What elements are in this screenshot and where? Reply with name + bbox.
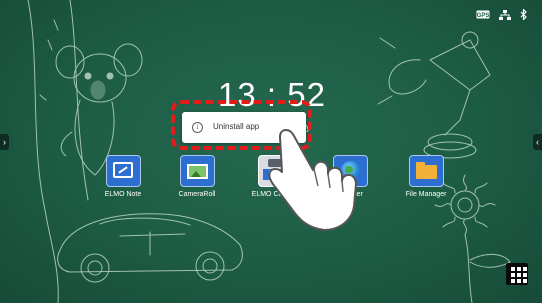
network-icon [499, 9, 511, 20]
right-drawer-handle[interactable]: ‹ [533, 134, 542, 150]
app-label: ELMO Note [104, 191, 142, 198]
gps-text: GPS [477, 13, 490, 19]
gps-icon: GPS [476, 10, 490, 19]
camera-roll-icon [179, 155, 215, 187]
app-elmo-note[interactable]: ELMO Note [88, 155, 158, 198]
app-drawer-grid-icon[interactable] [506, 263, 528, 285]
app-label: CameraRoll [178, 191, 216, 198]
folder-icon [408, 155, 444, 187]
bluetooth-icon [520, 9, 527, 20]
app-label: File Manager [405, 191, 447, 198]
pointing-hand-icon [268, 129, 357, 231]
left-drawer-handle[interactable]: › [0, 134, 9, 150]
app-cameraroll[interactable]: CameraRoll [162, 155, 232, 198]
status-bar: GPS [476, 9, 528, 20]
home-screen: GPS › ‹ 13 : 52 y ELMO Note CameraRoll U… [0, 0, 542, 303]
note-icon [105, 155, 141, 187]
app-file-manager[interactable]: File Manager [391, 155, 461, 198]
